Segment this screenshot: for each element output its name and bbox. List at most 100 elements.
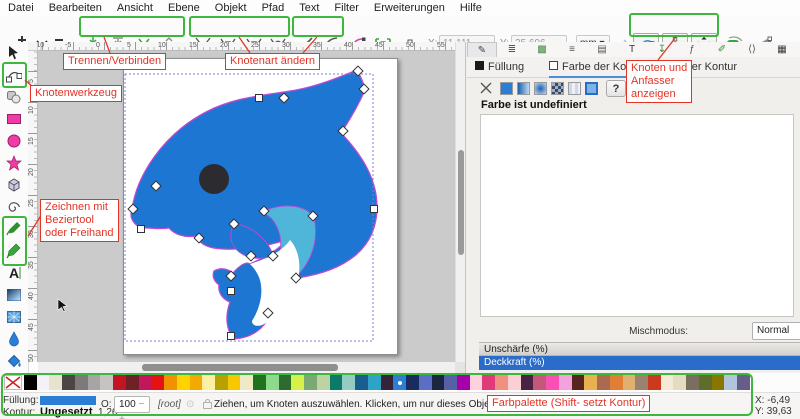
stroke-square-icon xyxy=(549,61,558,70)
xml-editor-dialog-tab[interactable]: ⟨⟩ xyxy=(737,42,767,57)
pattern-button[interactable] xyxy=(551,82,564,95)
text-dialog-tab[interactable]: T xyxy=(617,42,647,57)
fill-bucket-tool[interactable] xyxy=(4,351,24,371)
callout-palette: Farbpalette (Shift- setzt Kontur) xyxy=(487,395,650,412)
vertical-scrollbar-thumb[interactable] xyxy=(458,150,464,255)
path-effects-dialog-tab[interactable]: ƒ xyxy=(677,42,707,57)
menu-objekt[interactable]: Objekt xyxy=(215,2,247,14)
ruler-number: 5 xyxy=(28,79,35,83)
ruler-number: 30 xyxy=(28,230,35,238)
path-node[interactable] xyxy=(228,333,235,340)
blend-mode-select[interactable]: Normal xyxy=(752,322,800,340)
svg-text:A: A xyxy=(9,265,19,281)
blur-expander[interactable]: Unschärfe (%) xyxy=(479,342,800,356)
opacity-expander[interactable]: Deckkraft (%) xyxy=(479,356,800,370)
gradient-tool[interactable] xyxy=(4,285,24,305)
ruler-corner xyxy=(28,42,38,51)
highlight-box-show-handles xyxy=(629,13,719,37)
dolphin-body[interactable] xyxy=(131,70,377,339)
ruler-number: 20 xyxy=(220,42,228,49)
path-node[interactable] xyxy=(228,288,235,295)
menu-datei[interactable]: Datei xyxy=(8,2,34,14)
dialog-tab-strip: ✎≣▩≡▤T↧ƒ✐⟨⟩▦ xyxy=(467,42,800,58)
ruler-number: 40 xyxy=(28,292,35,300)
export-dialog-tab[interactable]: ↧ xyxy=(647,42,677,57)
horizontal-scrollbar-thumb[interactable] xyxy=(142,364,338,371)
path-node[interactable] xyxy=(256,95,263,102)
menu-ansicht[interactable]: Ansicht xyxy=(117,2,153,14)
highlight-box-join-break xyxy=(79,16,185,37)
align-dialog-tab[interactable]: ≡ xyxy=(557,42,587,57)
help-button[interactable]: ? xyxy=(606,80,626,97)
text-tool[interactable]: A xyxy=(4,263,24,283)
tweak-tool[interactable] xyxy=(4,87,24,107)
fill-stroke-dialog-tab[interactable]: ✎ xyxy=(467,42,497,57)
callout-draw-bezier: Zeichnen mit Beziertool oder Freihand xyxy=(40,199,119,242)
highlight-box-node-type xyxy=(189,16,290,37)
scrollbar-corner xyxy=(455,362,465,373)
flat-color-button[interactable] xyxy=(500,82,513,95)
no-paint-button[interactable] xyxy=(480,82,492,94)
ruler-number: 35 xyxy=(313,42,321,49)
menu-pfad[interactable]: Pfad xyxy=(262,2,285,14)
path-node[interactable] xyxy=(371,206,378,213)
vertical-scrollbar[interactable] xyxy=(455,42,465,362)
rectangle-tool[interactable] xyxy=(4,109,24,129)
callout-node-type: Knotenart ändern xyxy=(225,53,320,70)
spiral-tool[interactable] xyxy=(4,197,24,217)
swatches-dialog-tab[interactable]: ▦ xyxy=(767,42,797,57)
highlight-box-node-tool xyxy=(2,62,27,88)
ellipse-tool[interactable] xyxy=(4,131,24,151)
pointer-y-value: 39,63 xyxy=(767,406,792,417)
ruler-number: 55 xyxy=(437,42,445,49)
toolbox: A xyxy=(0,42,29,373)
menu-ebene[interactable]: Ebene xyxy=(168,2,200,14)
swatch-button[interactable] xyxy=(568,82,581,95)
horizontal-ruler[interactable]: -10-5051015202530354045505560 xyxy=(38,42,455,51)
ruler-number: 35 xyxy=(28,261,35,269)
ruler-number: -10 xyxy=(38,42,44,49)
mesh-tool[interactable] xyxy=(4,307,24,327)
menu-filter[interactable]: Filter xyxy=(334,2,358,14)
ruler-number: 25 xyxy=(251,42,259,49)
ruler-number: 45 xyxy=(28,323,35,331)
ruler-number: 10 xyxy=(28,106,35,114)
pointer-x-value: -6,49 xyxy=(767,395,790,406)
unknown-paint-button[interactable] xyxy=(585,82,598,95)
callout-split-join: Trennen/Verbinden xyxy=(63,53,166,70)
ruler-number: 50 xyxy=(406,42,414,49)
menu-text[interactable]: Text xyxy=(299,2,319,14)
box-3d-tool[interactable] xyxy=(4,175,24,195)
pointer-x-label: X: xyxy=(755,395,764,406)
dropper-tool[interactable] xyxy=(4,329,24,349)
ruler-number: -5 xyxy=(65,42,71,49)
menu-bearbeiten[interactable]: Bearbeiten xyxy=(49,2,102,14)
callout-node-tool: Knotenwerkzeug xyxy=(30,85,122,102)
tab-fill[interactable]: Füllung xyxy=(475,59,524,76)
objects-dialog-tab[interactable]: ▩ xyxy=(527,42,557,57)
linear-gradient-button[interactable] xyxy=(517,82,530,95)
ruler-number: 30 xyxy=(282,42,290,49)
menu-hilfe[interactable]: Hilfe xyxy=(460,2,482,14)
document-properties-dialog-tab[interactable]: ▤ xyxy=(587,42,617,57)
ruler-number: 5 xyxy=(127,42,131,49)
menu-erweiterungen[interactable]: Erweiterungen xyxy=(374,2,445,14)
callout-show-nodes: Knoten und Anfasser anzeigen xyxy=(626,60,692,103)
ruler-number: 20 xyxy=(28,168,35,176)
ruler-number: 25 xyxy=(28,199,35,207)
ruler-number: 10 xyxy=(158,42,166,49)
paint-dialog-tab[interactable]: ✐ xyxy=(707,42,737,57)
dolphin-drawing xyxy=(124,59,399,356)
selector-tool[interactable] xyxy=(4,43,24,63)
ruler-number: 15 xyxy=(189,42,197,49)
radial-gradient-button[interactable] xyxy=(534,82,547,95)
document-page xyxy=(123,58,398,355)
inkscape-window: Datei Bearbeiten Ansicht Ebene Objekt Pfad Tex… xyxy=(0,0,800,419)
horizontal-scrollbar[interactable] xyxy=(38,362,455,373)
fill-status-text: Farbe ist undefiniert xyxy=(481,99,587,111)
highlight-box-line-curve xyxy=(292,16,344,37)
star-tool[interactable] xyxy=(4,153,24,173)
layers-dialog-tab[interactable]: ≣ xyxy=(497,42,527,57)
mouse-cursor xyxy=(57,298,69,312)
path-node[interactable] xyxy=(138,226,145,233)
